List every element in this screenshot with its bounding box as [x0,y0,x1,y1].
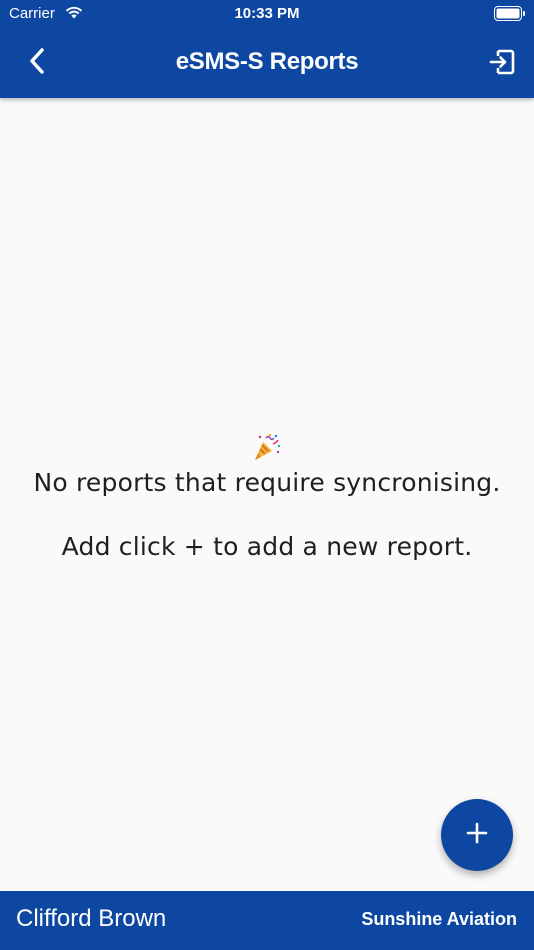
app-header: Carrier 10:33 PM eSMS-S Reports [0,0,534,98]
add-report-button[interactable] [441,799,513,871]
empty-message: No reports that require syncronising. [33,468,501,497]
organization-name: Sunshine Aviation [361,909,517,929]
app-screen: Carrier 10:33 PM eSMS-S Reports No repor… [0,0,534,950]
logout-button[interactable] [482,44,522,84]
nav-bar: eSMS-S Reports [0,28,534,98]
user-name: Clifford Brown [16,905,167,932]
party-popper-icon [252,432,282,462]
status-time: 10:33 PM [234,5,300,22]
empty-state: No reports that require syncronising. Ad… [0,432,534,561]
status-bar: Carrier 10:33 PM [0,0,534,28]
exit-icon [488,48,516,81]
page-title: eSMS-S Reports [175,48,359,75]
plus-icon [466,822,488,849]
battery-icon [494,6,526,26]
empty-hint: Add click + to add a new report. [61,532,473,561]
footer-bar: Clifford Brown Sunshine Aviation [0,891,534,950]
